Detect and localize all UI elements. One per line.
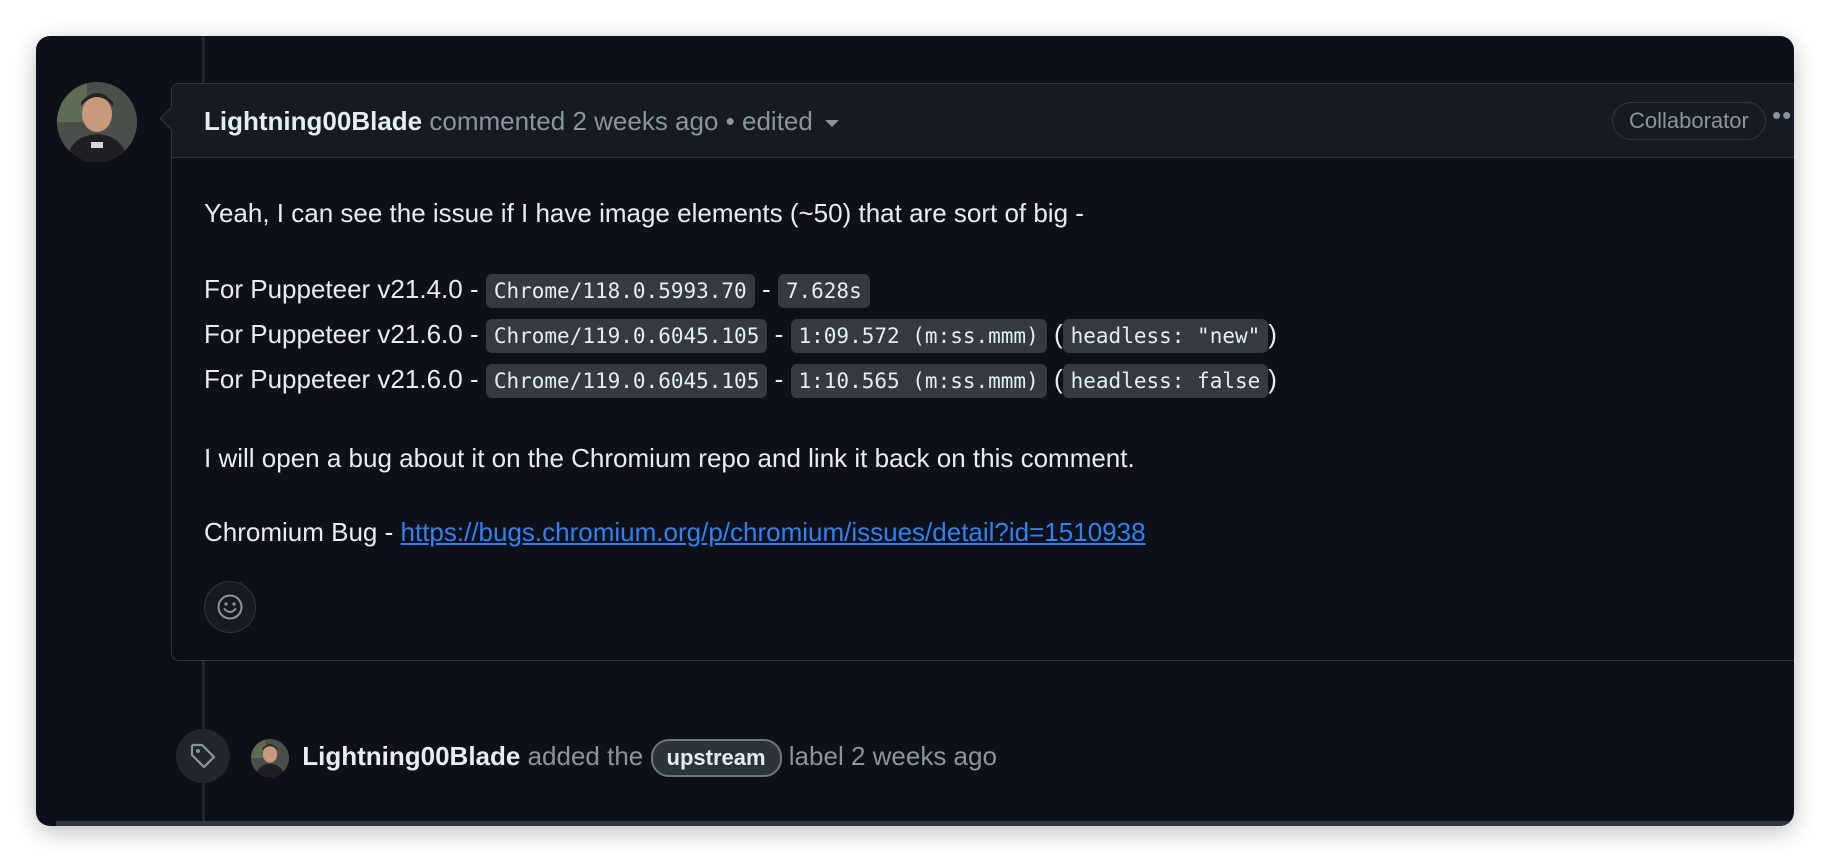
smiley-icon[interactable] xyxy=(216,593,244,621)
run-dash: - xyxy=(774,364,784,394)
meta-separator: • xyxy=(725,106,735,136)
run-prefix: For Puppeteer v21.6.0 - xyxy=(204,319,479,349)
bug-prefix: Chromium Bug - xyxy=(204,517,394,547)
event-author-link[interactable]: Lightning00Blade xyxy=(302,741,520,771)
paren-open: ( xyxy=(1053,364,1063,394)
run-line: For Puppeteer v21.4.0 - Chrome/118.0.599… xyxy=(204,268,1782,313)
author-avatar[interactable] xyxy=(57,82,137,162)
comment-plan: I will open a bug about it on the Chromi… xyxy=(204,443,1135,473)
comment-meta: Lightning00Blade commented 2 weeks ago •… xyxy=(204,106,839,136)
timeline-line xyxy=(202,36,205,86)
horizontal-scrollbar[interactable] xyxy=(56,821,1794,826)
chrome-version: Chrome/119.0.6045.105 xyxy=(485,364,768,398)
run-line: For Puppeteer v21.6.0 - Chrome/119.0.604… xyxy=(204,313,1782,358)
upstream-label[interactable]: upstream xyxy=(650,739,782,778)
comment-body: Yeah, I can see the issue if I have imag… xyxy=(204,194,1782,551)
tag-icon xyxy=(176,729,230,783)
chrome-version: Chrome/118.0.5993.70 xyxy=(485,274,755,308)
chevron-down-icon[interactable] xyxy=(824,119,839,127)
run-prefix: For Puppeteer v21.4.0 - xyxy=(204,274,479,304)
add-reaction-button[interactable] xyxy=(204,581,256,633)
comment-caret xyxy=(159,106,184,131)
comment-author-link[interactable]: Lightning00Blade xyxy=(204,106,422,136)
comment-action: commented xyxy=(429,106,566,136)
run-time: 7.628s xyxy=(777,274,870,308)
more-options-icon[interactable]: •• xyxy=(1772,100,1792,131)
runs-block: For Puppeteer v21.4.0 - Chrome/118.0.599… xyxy=(204,268,1782,403)
edited-history-dropdown[interactable]: edited xyxy=(742,106,839,136)
run-line: For Puppeteer v21.6.0 - Chrome/119.0.604… xyxy=(204,358,1782,403)
run-dash: - xyxy=(774,319,784,349)
label-event: Lightning00Blade added the upstream labe… xyxy=(251,738,997,778)
paren-close: ) xyxy=(1268,364,1277,394)
app-window: Lightning00Blade commented 2 weeks ago •… xyxy=(36,36,1794,826)
run-prefix: For Puppeteer v21.6.0 - xyxy=(204,364,479,394)
event-text-before: added the xyxy=(527,741,644,771)
headless-mode: headless: false xyxy=(1062,364,1269,398)
run-dash: - xyxy=(761,274,771,304)
chrome-version: Chrome/119.0.6045.105 xyxy=(485,319,768,353)
comment-time[interactable]: 2 weeks ago xyxy=(572,106,718,136)
collaborator-badge: Collaborator xyxy=(1612,102,1766,140)
edited-label[interactable]: edited xyxy=(742,106,813,136)
bug-line: Chromium Bug - https://bugs.chromium.org… xyxy=(204,513,1782,551)
paren-open: ( xyxy=(1053,319,1063,349)
event-author-avatar[interactable] xyxy=(251,739,289,778)
chromium-bug-link[interactable]: https://bugs.chromium.org/p/chromium/iss… xyxy=(401,517,1146,547)
comment-box: Lightning00Blade commented 2 weeks ago •… xyxy=(159,83,1794,661)
event-text-after: label 2 weeks ago xyxy=(788,741,997,771)
paren-close: ) xyxy=(1268,319,1277,349)
run-time: 1:09.572 (m:ss.mmm) xyxy=(790,319,1047,353)
comment-intro: Yeah, I can see the issue if I have imag… xyxy=(204,198,1084,228)
headless-mode: headless: "new" xyxy=(1062,319,1269,353)
run-time: 1:10.565 (m:ss.mmm) xyxy=(790,364,1047,398)
comment-header: Lightning00Blade commented 2 weeks ago •… xyxy=(159,84,1794,158)
